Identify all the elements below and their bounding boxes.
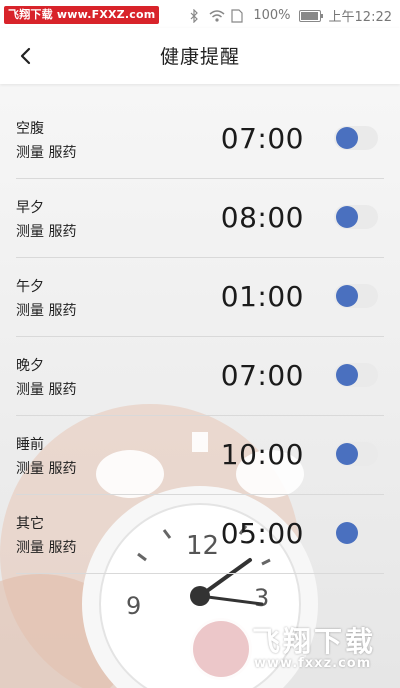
reminder-time[interactable]: 07:00 <box>221 122 304 155</box>
reminder-time[interactable]: 08:00 <box>221 201 304 234</box>
reminder-row[interactable]: 睡前 测量 服药 10:00 <box>16 416 384 495</box>
watermark-url: www.fxxz.com <box>254 656 372 671</box>
reminder-row[interactable]: 空腹 测量 服药 07:00 <box>16 100 384 179</box>
reminder-name: 午夕 <box>16 279 44 295</box>
reminder-toggle[interactable] <box>334 363 378 387</box>
reminder-row[interactable]: 晚夕 测量 服药 07:00 <box>16 337 384 416</box>
reminder-list: 空腹 测量 服药 07:00 早夕 测量 服药 08:00 午夕 测量 服药 0… <box>0 100 400 574</box>
toggle-knob <box>336 443 358 465</box>
reminder-name: 晚夕 <box>16 358 44 374</box>
reminder-name: 早夕 <box>16 200 44 216</box>
reminder-actions: 测量 服药 <box>16 145 77 161</box>
page-title: 健康提醒 <box>159 46 240 68</box>
reminder-actions: 测量 服药 <box>16 382 77 398</box>
bluetooth-icon <box>187 8 201 23</box>
reminder-time[interactable]: 05:00 <box>221 517 304 550</box>
reminder-row[interactable]: 早夕 测量 服药 08:00 <box>16 179 384 258</box>
watermark-badge-url: www.FXXZ.com <box>56 8 156 21</box>
reminder-actions: 测量 服药 <box>16 461 77 477</box>
svg-text:3: 3 <box>254 584 269 612</box>
app-header: 健康提醒 <box>0 28 400 84</box>
sim-card-icon <box>231 8 245 23</box>
toggle-knob <box>336 206 358 228</box>
reminder-name: 其它 <box>16 516 44 532</box>
reminder-row[interactable]: 午夕 测量 服药 01:00 <box>16 258 384 337</box>
svg-text:9: 9 <box>126 592 141 620</box>
clock-time: 上午12:22 <box>328 10 392 25</box>
reminder-time[interactable]: 07:00 <box>221 359 304 392</box>
toggle-knob <box>336 364 358 386</box>
toggle-knob <box>336 285 358 307</box>
reminder-actions: 测量 服药 <box>16 303 77 319</box>
watermark-badge: 飞翔下载 www.FXXZ.com <box>4 6 160 24</box>
reminder-toggle[interactable] <box>334 442 378 466</box>
reminder-name: 睡前 <box>16 437 44 453</box>
reminder-toggle[interactable] <box>334 126 378 150</box>
reminder-name: 空腹 <box>16 121 44 137</box>
reminder-actions: 测量 服药 <box>16 540 77 556</box>
reminder-time[interactable]: 01:00 <box>221 280 304 313</box>
status-bar: 飞翔下载 www.FXXZ.com 100% 上午12:22 <box>0 0 400 28</box>
watermark-logo: 飞翔下载 www.fxxz.com <box>190 618 386 680</box>
watermark-title: 飞翔下载 <box>252 625 377 658</box>
wifi-icon <box>209 9 225 23</box>
reminder-toggle[interactable] <box>334 521 378 545</box>
status-bar-right: 100% 上午12:22 <box>187 6 392 25</box>
toggle-knob <box>336 522 358 544</box>
reminder-row[interactable]: 其它 测量 服药 05:00 <box>16 495 384 574</box>
reminder-time[interactable]: 10:00 <box>221 438 304 471</box>
toggle-knob <box>336 127 358 149</box>
battery-icon <box>298 9 323 22</box>
watermark-circle-icon <box>190 618 252 680</box>
reminder-toggle[interactable] <box>334 284 378 308</box>
reminder-actions: 测量 服药 <box>16 224 77 240</box>
battery-percent: 100% <box>253 8 291 23</box>
reminder-toggle[interactable] <box>334 205 378 229</box>
watermark-badge-label: 飞翔下载 <box>8 8 53 21</box>
